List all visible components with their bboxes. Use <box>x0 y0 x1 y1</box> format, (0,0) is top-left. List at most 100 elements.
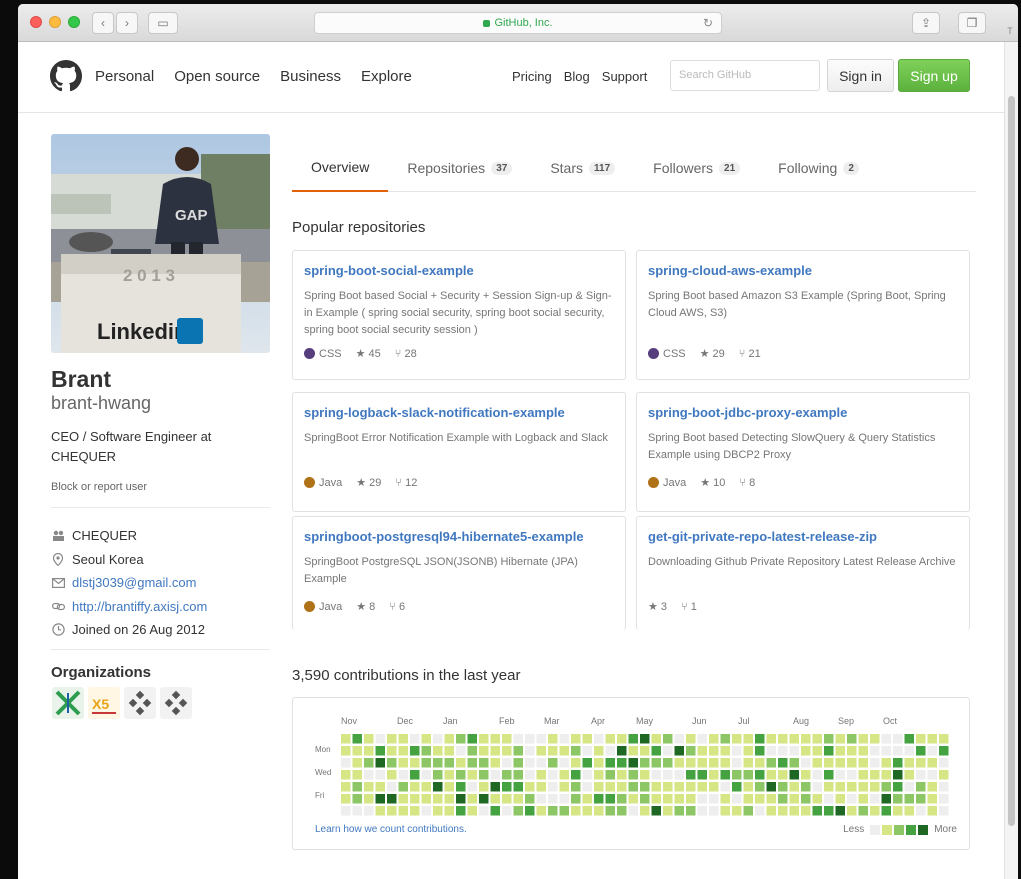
contribution-day[interactable] <box>479 794 489 804</box>
detail-website[interactable]: http://brantiffy.axisj.com <box>51 595 207 619</box>
contribution-day[interactable] <box>640 806 650 816</box>
contribution-day[interactable] <box>801 746 811 756</box>
contribution-day[interactable] <box>490 746 501 756</box>
contribution-day[interactable] <box>479 770 489 780</box>
email-link[interactable]: dlstj3039@gmail.com <box>72 575 196 590</box>
contribution-day[interactable] <box>720 794 731 804</box>
contribution-day[interactable] <box>479 782 489 792</box>
contribution-day[interactable] <box>559 782 570 792</box>
contribution-day[interactable] <box>651 806 662 816</box>
website-link[interactable]: http://brantiffy.axisj.com <box>72 599 207 614</box>
contribution-day[interactable] <box>939 782 949 792</box>
contribution-day[interactable] <box>812 782 823 792</box>
contribution-day[interactable] <box>502 782 512 792</box>
contribution-day[interactable] <box>881 806 892 816</box>
contribution-day[interactable] <box>674 806 685 816</box>
contribution-day[interactable] <box>410 806 420 816</box>
contribution-day[interactable] <box>663 794 673 804</box>
contribution-day[interactable] <box>743 734 754 744</box>
contribution-day[interactable] <box>904 794 915 804</box>
nav-support[interactable]: Support <box>602 69 648 84</box>
contribution-day[interactable] <box>835 806 846 816</box>
contribution-day[interactable] <box>651 746 662 756</box>
contribution-day[interactable] <box>479 806 489 816</box>
contribution-day[interactable] <box>789 758 800 768</box>
contribution-day[interactable] <box>617 734 627 744</box>
repo-stars[interactable]: ★ 8 <box>356 600 375 614</box>
contribution-day[interactable] <box>410 746 420 756</box>
repo-name-link[interactable]: spring-boot-social-example <box>304 263 614 278</box>
contribution-day[interactable] <box>674 758 685 768</box>
contribution-day[interactable] <box>525 734 535 744</box>
contribution-day[interactable] <box>766 734 777 744</box>
contribution-day[interactable] <box>387 734 397 744</box>
contribution-day[interactable] <box>858 806 869 816</box>
contribution-day[interactable] <box>893 734 903 744</box>
repo-forks[interactable]: ⑂ 8 <box>739 477 755 489</box>
contribution-day[interactable] <box>732 770 742 780</box>
contribution-day[interactable] <box>387 806 397 816</box>
contribution-day[interactable] <box>812 806 823 816</box>
contribution-day[interactable] <box>467 806 478 816</box>
sign-in-button[interactable]: Sign in <box>827 59 894 92</box>
contribution-day[interactable] <box>410 782 420 792</box>
contribution-day[interactable] <box>916 758 926 768</box>
contribution-day[interactable] <box>525 746 535 756</box>
contribution-day[interactable] <box>812 734 823 744</box>
contribution-day[interactable] <box>617 770 627 780</box>
contribution-day[interactable] <box>433 806 443 816</box>
contribution-day[interactable] <box>456 794 466 804</box>
contribution-day[interactable] <box>697 746 708 756</box>
contribution-day[interactable] <box>502 746 512 756</box>
contribution-day[interactable] <box>927 770 938 780</box>
contribution-day[interactable] <box>916 794 926 804</box>
contribution-day[interactable] <box>640 794 650 804</box>
contribution-day[interactable] <box>916 782 926 792</box>
contribution-day[interactable] <box>778 734 788 744</box>
contribution-day[interactable] <box>812 758 823 768</box>
contribution-day[interactable] <box>490 794 501 804</box>
repo-name-link[interactable]: spring-cloud-aws-example <box>648 263 958 278</box>
contribution-day[interactable] <box>490 758 501 768</box>
contribution-day[interactable] <box>467 746 478 756</box>
contribution-day[interactable] <box>398 734 409 744</box>
contribution-day[interactable] <box>605 758 616 768</box>
zoom-window-button[interactable] <box>68 16 80 28</box>
contribution-day[interactable] <box>801 758 811 768</box>
contribution-day[interactable] <box>571 806 581 816</box>
contribution-day[interactable] <box>536 806 547 816</box>
repo-stars[interactable]: ★ 3 <box>648 600 667 614</box>
contribution-day[interactable] <box>824 770 834 780</box>
contribution-day[interactable] <box>571 782 581 792</box>
contribution-day[interactable] <box>582 770 593 780</box>
contribution-day[interactable] <box>766 806 777 816</box>
contribution-day[interactable] <box>467 794 478 804</box>
github-logo-icon[interactable] <box>50 60 82 92</box>
tab-stars[interactable]: Stars 117 <box>531 144 634 192</box>
contribution-day[interactable] <box>801 794 811 804</box>
contribution-day[interactable] <box>686 794 696 804</box>
contribution-day[interactable] <box>628 806 639 816</box>
contribution-day[interactable] <box>881 782 892 792</box>
contribution-day[interactable] <box>352 734 363 744</box>
contribution-day[interactable] <box>743 806 754 816</box>
contribution-day[interactable] <box>824 794 834 804</box>
contribution-day[interactable] <box>927 806 938 816</box>
tab-following[interactable]: Following 2 <box>759 144 878 192</box>
contribution-day[interactable] <box>858 782 869 792</box>
contribution-day[interactable] <box>364 806 374 816</box>
contribution-day[interactable] <box>571 758 581 768</box>
contribution-day[interactable] <box>835 782 846 792</box>
contribution-day[interactable] <box>421 794 432 804</box>
contribution-day[interactable] <box>697 770 708 780</box>
contribution-day[interactable] <box>893 806 903 816</box>
contribution-day[interactable] <box>927 758 938 768</box>
contribution-day[interactable] <box>467 770 478 780</box>
contribution-day[interactable] <box>755 746 765 756</box>
contribution-day[interactable] <box>743 770 754 780</box>
contribution-day[interactable] <box>536 734 547 744</box>
contribution-day[interactable] <box>870 794 880 804</box>
contribution-day[interactable] <box>513 758 524 768</box>
contribution-day[interactable] <box>387 770 397 780</box>
contribution-day[interactable] <box>893 770 903 780</box>
